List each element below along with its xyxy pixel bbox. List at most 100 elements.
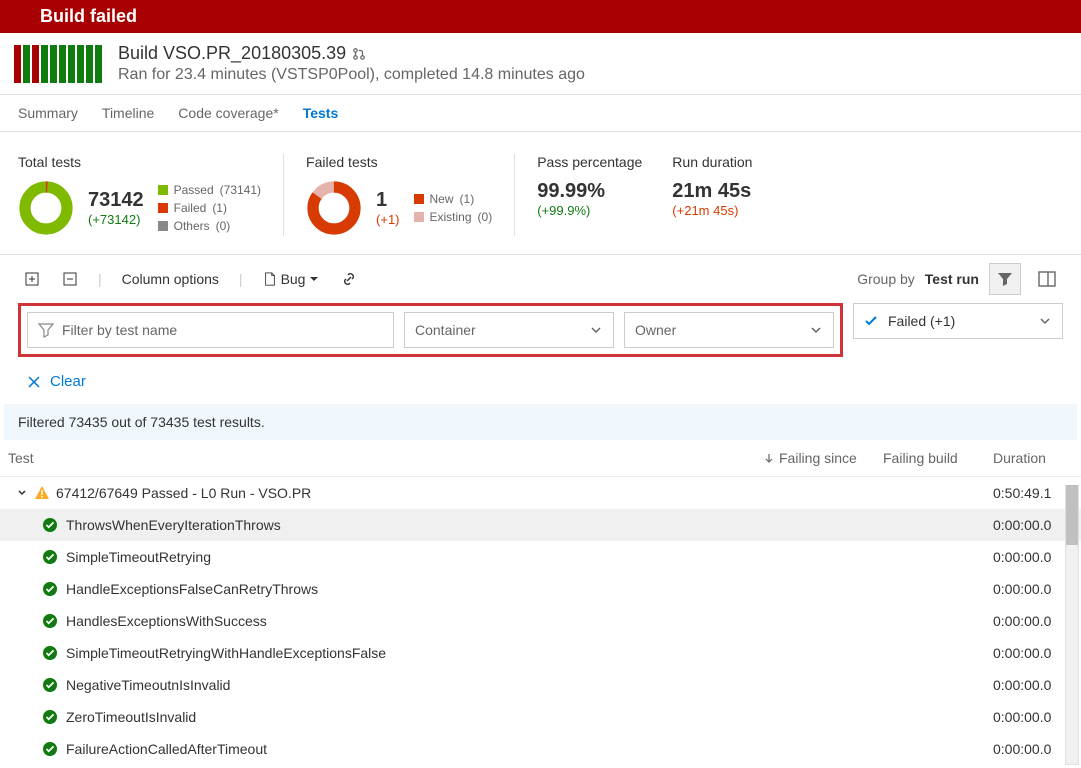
bar-icon [68, 45, 75, 83]
clear-filters-button[interactable]: Clear [26, 373, 1055, 390]
test-row[interactable]: FailureActionCalledAfterTimeout 0:00:00.… [0, 733, 1081, 765]
bar-icon [23, 45, 30, 83]
chevron-down-icon [589, 323, 603, 337]
col-test[interactable]: Test [8, 450, 763, 466]
status-banner: Build failed [0, 0, 1081, 33]
passed-icon [42, 645, 58, 661]
test-name: FailureActionCalledAfterTimeout [66, 741, 267, 757]
legend-passed: Passed (73141) [158, 183, 261, 197]
test-duration: 0:00:00.0 [993, 741, 1073, 757]
column-options-button[interactable]: Column options [116, 267, 225, 291]
filter-by-name-input[interactable]: Filter by test name [27, 312, 394, 348]
test-row[interactable]: ZeroTimeoutIsInvalid 0:00:00.0 [0, 701, 1081, 733]
test-row[interactable]: NegativeTimeoutnIsInvalid 0:00:00.0 [0, 669, 1081, 701]
passed-icon [42, 709, 58, 725]
close-icon [26, 374, 42, 390]
group-by-label: Group by [857, 271, 915, 287]
expand-all-button[interactable] [18, 267, 46, 291]
link-icon [341, 271, 357, 287]
chevron-down-icon [809, 323, 823, 337]
total-tests-donut-icon [18, 180, 74, 236]
build-title: Build VSO.PR_20180305.39 [118, 43, 585, 64]
test-row[interactable]: ThrowsWhenEveryIterationThrows 0:00:00.0 [0, 509, 1081, 541]
banner-title: Build failed [40, 6, 137, 26]
col-duration[interactable]: Duration [993, 450, 1073, 466]
arrow-down-icon [763, 452, 775, 464]
failed-tests-delta: (+1) [376, 212, 399, 227]
tab-code-coverage[interactable]: Code coverage* [178, 105, 278, 121]
bar-icon [95, 45, 102, 83]
legend-existing: Existing (0) [414, 210, 493, 224]
bar-icon [32, 45, 39, 83]
test-name: NegativeTimeoutnIsInvalid [66, 677, 230, 693]
link-button[interactable] [335, 267, 363, 291]
passed-icon [42, 549, 58, 565]
test-name: SimpleTimeoutRetrying [66, 549, 211, 565]
failed-tests-label: Failed tests [306, 154, 492, 170]
owner-dropdown[interactable]: Owner [624, 312, 834, 348]
pass-pct-delta: (+99.9%) [537, 203, 642, 218]
build-history-bars [14, 45, 102, 83]
container-dropdown[interactable]: Container [404, 312, 614, 348]
table-header: Test Failing since Failing build Duratio… [0, 440, 1081, 477]
filters-row: Filter by test name Container Owner Fail… [0, 303, 1081, 365]
status-dropdown[interactable]: Failed (+1) [853, 303, 1063, 339]
chevron-down-icon [1038, 314, 1052, 328]
test-duration: 0:00:00.0 [993, 549, 1073, 565]
test-name: ThrowsWhenEveryIterationThrows [66, 517, 281, 533]
chevron-down-icon [16, 487, 28, 499]
tab-summary[interactable]: Summary [18, 105, 78, 121]
bar-icon [41, 45, 48, 83]
legend-new: New (1) [414, 192, 493, 206]
run-duration-label: Run duration [672, 154, 752, 170]
test-duration: 0:00:00.0 [993, 677, 1073, 693]
col-failing-build[interactable]: Failing build [883, 450, 993, 466]
total-tests-delta: (+73142) [88, 212, 144, 227]
scrollbar[interactable] [1065, 485, 1079, 765]
tabs: Summary Timeline Code coverage* Tests [0, 95, 1081, 132]
group-by-value[interactable]: Test run [925, 271, 979, 287]
layout-icon [1038, 271, 1056, 287]
collapse-all-button[interactable] [56, 267, 84, 291]
build-header: Build VSO.PR_20180305.39 Ran for 23.4 mi… [0, 33, 1081, 95]
pass-pct-label: Pass percentage [537, 154, 642, 170]
check-icon [864, 314, 878, 328]
test-row[interactable]: SimpleTimeoutRetryingWithHandleException… [0, 637, 1081, 669]
test-name: ZeroTimeoutIsInvalid [66, 709, 196, 725]
pass-pct-value: 99.99% [537, 180, 642, 203]
filter-result-info: Filtered 73435 out of 73435 test results… [4, 404, 1077, 440]
test-name: HandleExceptionsFalseCanRetryThrows [66, 581, 318, 597]
passed-icon [42, 741, 58, 757]
total-tests-value: 73142 [88, 189, 144, 212]
test-row[interactable]: HandlesExceptionsWithSuccess 0:00:00.0 [0, 605, 1081, 637]
details-pane-button[interactable] [1031, 263, 1063, 295]
test-row[interactable]: SimpleTimeoutRetrying 0:00:00.0 [0, 541, 1081, 573]
test-duration: 0:00:00.0 [993, 709, 1073, 725]
failed-tests-value: 1 [376, 189, 399, 212]
group-duration: 0:50:49.1 [993, 485, 1073, 501]
bar-icon [50, 45, 57, 83]
test-name: HandlesExceptionsWithSuccess [66, 613, 267, 629]
filter-toggle-button[interactable] [989, 263, 1021, 295]
test-group-row[interactable]: 67412/67649 Passed - L0 Run - VSO.PR 0:5… [0, 477, 1081, 509]
total-tests-label: Total tests [18, 154, 261, 170]
bar-icon [14, 45, 21, 83]
col-failing-since[interactable]: Failing since [763, 450, 883, 466]
test-row[interactable]: HandleExceptionsFalseCanRetryThrows 0:00… [0, 573, 1081, 605]
run-duration-value: 21m 45s [672, 180, 752, 203]
tab-tests[interactable]: Tests [303, 105, 339, 121]
toolbar: | Column options | Bug Group by Test run [0, 255, 1081, 303]
filter-highlight: Filter by test name Container Owner [18, 303, 843, 357]
test-duration: 0:00:00.0 [993, 645, 1073, 661]
build-subtitle: Ran for 23.4 minutes (VSTSP0Pool), compl… [118, 66, 585, 84]
test-duration: 0:00:00.0 [993, 613, 1073, 629]
warning-icon [34, 485, 50, 501]
bar-icon [77, 45, 84, 83]
bar-icon [59, 45, 66, 83]
test-name: SimpleTimeoutRetryingWithHandleException… [66, 645, 386, 661]
bug-doc-icon [263, 272, 277, 286]
passed-icon [42, 581, 58, 597]
tab-timeline[interactable]: Timeline [102, 105, 154, 121]
test-duration: 0:00:00.0 [993, 517, 1073, 533]
create-bug-button[interactable]: Bug [257, 267, 326, 291]
